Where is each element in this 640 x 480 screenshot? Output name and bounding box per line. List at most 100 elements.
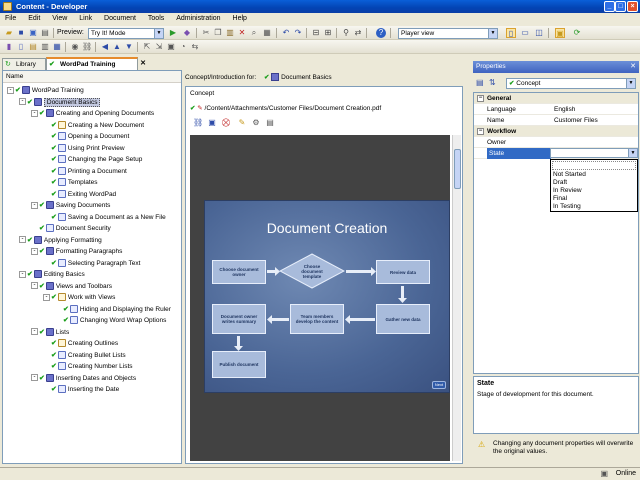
collapse-icon[interactable]: - [19, 98, 26, 106]
tree-item[interactable]: ✔ Creating a New Document [43, 120, 144, 131]
tab-wordpad-training[interactable]: ✔ WordPad Training ✕ [46, 57, 146, 70]
tree-item[interactable]: ✔ Inserting the Date [43, 384, 119, 395]
redo-icon[interactable]: ↷ [293, 28, 303, 38]
chevron-down-icon[interactable]: ▼ [628, 149, 637, 157]
tree-item[interactable]: ✔ Templates [43, 177, 98, 188]
tree-item[interactable]: ✔ Changing the Page Setup [43, 154, 142, 165]
layout-horizontal-icon[interactable]: ▭ [520, 28, 530, 38]
collapse-icon[interactable]: − [477, 128, 484, 135]
state-dropdown[interactable]: ▼ [550, 148, 638, 158]
paste-icon[interactable]: ▥ [225, 28, 235, 38]
undo-icon[interactable]: ↶ [281, 28, 291, 38]
indent-icon[interactable]: ⊞ [323, 28, 333, 38]
tab-library[interactable]: ↻ Library [2, 58, 46, 70]
publish-icon[interactable]: ◆ [182, 28, 192, 38]
tree-item[interactable]: - ✔ WordPad Training [7, 85, 84, 96]
menu-link[interactable]: Link [74, 13, 97, 22]
pencil-icon[interactable]: ✎ [237, 118, 247, 127]
new-topic-icon[interactable]: ▥ [40, 42, 50, 52]
delete-icon[interactable]: ✕ [237, 28, 247, 38]
collapse-icon[interactable]: - [19, 236, 26, 244]
find-icon[interactable]: ⌕ [249, 28, 259, 38]
tree-item[interactable]: - ✔ Saving Documents [31, 200, 110, 211]
collapse-icon[interactable]: - [31, 201, 38, 209]
tree-item[interactable]: ✔ Document Security [31, 223, 111, 234]
replace-icon[interactable]: ⇄ [353, 28, 363, 38]
state-option[interactable]: In Testing [551, 203, 637, 211]
tree-item[interactable]: - ✔ Work with Views [43, 292, 115, 303]
open-folder-icon[interactable]: ▰ [4, 28, 14, 38]
help-icon[interactable]: ? [376, 28, 386, 38]
slide-next-button[interactable]: Next [432, 381, 446, 389]
tree-item[interactable]: - ✔ Creating and Opening Documents [31, 108, 154, 119]
menu-administration[interactable]: Administration [171, 13, 225, 22]
tree-item[interactable]: ✔ Opening a Document [43, 131, 129, 142]
menu-file[interactable]: File [0, 13, 21, 22]
close-button[interactable]: × [627, 1, 638, 12]
state-option[interactable]: Not Started [551, 171, 637, 179]
menu-edit[interactable]: Edit [23, 13, 45, 22]
history-icon[interactable]: ◔ [178, 42, 188, 52]
scrollbar-thumb[interactable] [454, 149, 461, 189]
category-workflow[interactable]: − Workflow [474, 126, 638, 137]
copy-icon[interactable]: ❐ [213, 28, 223, 38]
tree-item[interactable]: ✔ Creating Number Lists [43, 361, 133, 372]
tree-item[interactable]: - ✔ Formatting Paragraphs [31, 246, 122, 257]
collapse-icon[interactable]: - [31, 328, 38, 336]
refresh-icon[interactable]: ⟳ [572, 28, 582, 38]
properties-icon[interactable]: ▦ [262, 28, 272, 38]
check-in-doc-icon[interactable]: ⇲ [154, 42, 164, 52]
layout-vertical-icon[interactable]: ◫ [534, 28, 544, 38]
property-name[interactable]: Name Customer Files [474, 115, 638, 126]
check-out-icon[interactable]: ⇱ [142, 42, 152, 52]
close-tab-icon[interactable]: ✕ [140, 59, 146, 67]
preview-icon[interactable]: ▤ [265, 118, 275, 127]
arrow-up-icon[interactable]: ▲ [112, 42, 122, 52]
check-in-icon[interactable]: ▣ [555, 28, 565, 38]
new-document-icon[interactable]: ▤ [28, 42, 38, 52]
close-icon[interactable]: ✕ [630, 62, 636, 70]
run-preview-icon[interactable]: ▶ [168, 28, 178, 38]
state-option[interactable]: Draft [551, 179, 637, 187]
state-option-blank[interactable] [552, 161, 636, 170]
attachment-path[interactable]: /Content/Attachments/Customer Files/Docu… [205, 105, 382, 112]
tree-item[interactable]: - ✔ Editing Basics [19, 269, 85, 280]
collapse-icon[interactable]: − [477, 95, 484, 102]
collapse-icon[interactable]: - [31, 374, 38, 382]
menu-tools[interactable]: Tools [143, 13, 169, 22]
save-icon[interactable]: ■ [16, 28, 26, 38]
new-section-icon[interactable]: ▦ [52, 42, 62, 52]
collapse-icon[interactable]: - [7, 86, 14, 94]
arrow-left-icon[interactable]: ◀ [100, 42, 110, 52]
menu-document[interactable]: Document [99, 13, 141, 22]
player-view-select[interactable]: Player view ▼ [398, 28, 498, 39]
tree-item[interactable]: ✔ Printing a Document [43, 166, 127, 177]
collapse-icon[interactable]: - [31, 247, 38, 255]
gear-icon[interactable]: ⚙ [251, 118, 261, 127]
menu-view[interactable]: View [47, 13, 72, 22]
tree-item[interactable]: - ✔ Lists [31, 327, 69, 338]
tree-item[interactable]: ✔ Changing Word Wrap Options [55, 315, 166, 326]
preview-mode-select[interactable]: Try It! Mode ▼ [88, 28, 164, 39]
layout-single-icon[interactable]: ▯ [506, 28, 516, 38]
tree-item[interactable]: ✔ Using Print Preview [43, 143, 125, 154]
lock-icon[interactable]: ▣ [166, 42, 176, 52]
menu-help[interactable]: Help [228, 13, 252, 22]
collapse-icon[interactable]: - [19, 270, 26, 278]
minimize-button[interactable]: _ [604, 1, 615, 12]
unlink-icon[interactable]: ⛒ [221, 118, 231, 128]
tree-item[interactable]: - ✔ Inserting Dates and Objects [31, 373, 136, 384]
collapse-icon[interactable]: - [31, 109, 38, 117]
tree-item[interactable]: ✔ Hiding and Displaying the Ruler [55, 304, 171, 315]
categorized-icon[interactable]: ▤ [476, 78, 484, 87]
tree-item[interactable]: ✔ Creating Bullet Lists [43, 350, 126, 361]
cut-icon[interactable]: ✂ [201, 28, 211, 38]
arrow-down-icon[interactable]: ▼ [124, 42, 134, 52]
category-general[interactable]: − General [474, 93, 638, 104]
record-icon[interactable]: ◉ [70, 42, 80, 52]
sort-alpha-icon[interactable]: ⇅ [489, 78, 496, 87]
new-book-icon[interactable]: ▮ [4, 42, 14, 52]
collapse-icon[interactable]: - [43, 293, 50, 301]
binoculars-icon[interactable]: ⚲ [341, 28, 351, 38]
tree-item[interactable]: - ✔ Document Basics [19, 97, 101, 108]
